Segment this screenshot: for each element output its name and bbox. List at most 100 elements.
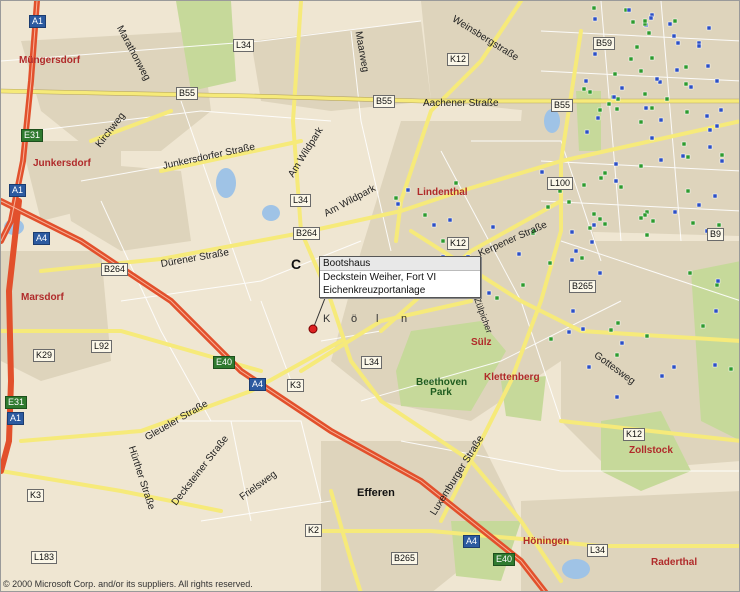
poi-square: [715, 278, 721, 284]
poi-square: [685, 188, 691, 194]
shield-a4-mid: A4: [249, 378, 267, 391]
poi-square: [570, 308, 576, 314]
poi-square: [626, 7, 632, 13]
poi-square: [395, 201, 401, 207]
place-honingen: Höningen: [523, 536, 570, 547]
poi-square: [658, 157, 664, 163]
shield-a4-bottom: A4: [463, 535, 481, 548]
poi-square: [672, 209, 678, 215]
poi-square: [696, 202, 702, 208]
place-klettenberg: Klettenberg: [484, 372, 540, 383]
poi-square: [642, 91, 648, 97]
shield-e40-bottom: E40: [493, 553, 516, 566]
poi-square: [683, 64, 689, 70]
poi-square: [584, 129, 590, 135]
shield-b59: B59: [593, 37, 616, 50]
poi-square: [614, 394, 620, 400]
shield-k12-top: K12: [447, 53, 470, 66]
shield-b55-right: B55: [551, 99, 574, 112]
poi-square: [690, 220, 696, 226]
poi-square: [674, 67, 680, 73]
koln-letter-4: n: [401, 313, 408, 325]
poi-square: [684, 109, 690, 115]
poi-square: [680, 153, 686, 159]
poi-square: [602, 221, 608, 227]
shield-a1-mid: A1: [9, 184, 27, 197]
poi-square: [569, 257, 575, 263]
poi-square: [712, 193, 718, 199]
poi-square: [613, 161, 619, 167]
poi-square: [706, 25, 712, 31]
poi-square: [566, 199, 572, 205]
poi-square: [591, 211, 597, 217]
poi-square: [700, 323, 706, 329]
shield-k12-low: K12: [623, 428, 646, 441]
poi-square: [642, 212, 648, 218]
shield-l92: L92: [91, 340, 113, 353]
shield-b55-mid: B55: [373, 95, 396, 108]
poi-square: [520, 282, 526, 288]
poi-square: [405, 187, 411, 193]
shield-a4-left: A4: [33, 232, 51, 245]
poi-square: [630, 19, 636, 25]
poi-square: [516, 251, 522, 257]
poi-square: [597, 107, 603, 113]
poi-square: [642, 18, 648, 24]
shield-a1-top: A1: [29, 15, 47, 28]
shield-l34-bottom: L34: [587, 544, 609, 557]
shield-k3-left: K3: [27, 489, 45, 502]
poi-square: [628, 56, 634, 62]
poi-square: [658, 117, 664, 123]
poi-square: [591, 222, 597, 228]
shield-l100: L100: [547, 177, 574, 190]
poi-square: [659, 373, 665, 379]
poi-square: [638, 68, 644, 74]
poi-square: [648, 15, 654, 21]
poi-square: [638, 215, 644, 221]
map-view[interactable]: Müngersdorf Junkersdorf Marsdorf Lindent…: [0, 0, 740, 592]
poi-square: [696, 43, 702, 49]
street-aachener: Aachener Straße: [423, 98, 499, 109]
poi-square: [569, 229, 575, 235]
poi-square: [664, 96, 670, 102]
poi-square: [597, 270, 603, 276]
poi-square: [719, 152, 725, 158]
shield-l34-low: L34: [361, 356, 383, 369]
shield-k12-mid: K12: [447, 237, 470, 250]
shield-b264-left: B264: [101, 263, 129, 276]
place-efferen: Efferen: [357, 487, 395, 499]
koln-letter-3: l: [376, 313, 379, 325]
poi-square: [644, 232, 650, 238]
shield-b55-left: B55: [176, 87, 199, 100]
poi-square: [707, 127, 713, 133]
shield-l183: L183: [31, 551, 58, 564]
place-junkersdorf: Junkersdorf: [33, 158, 91, 169]
place-mungersdorf: Müngersdorf: [19, 55, 81, 66]
shield-b9: B9: [707, 228, 725, 241]
poi-square: [619, 340, 625, 346]
callout-line-2: Eichenkreuzportanlage: [323, 285, 426, 296]
poi-square: [615, 96, 621, 102]
shield-e31-low: E31: [5, 396, 28, 409]
place-raderthal: Raderthal: [651, 557, 698, 568]
poi-square: [688, 84, 694, 90]
shield-l34-mid: L34: [290, 194, 312, 207]
poi-square: [612, 71, 618, 77]
poi-square: [671, 33, 677, 39]
poi-square: [681, 141, 687, 147]
poi-square: [683, 81, 689, 87]
poi-square: [581, 182, 587, 188]
poi-square: [545, 204, 551, 210]
poi-square: [714, 282, 720, 288]
poi-square: [447, 217, 453, 223]
poi-square: [687, 270, 693, 276]
poi-square: [592, 16, 598, 22]
location-marker-letter[interactable]: C: [291, 256, 301, 272]
poi-square: [598, 175, 604, 181]
poi-square: [646, 30, 652, 36]
poi-square: [685, 154, 691, 160]
poi-square: [606, 101, 612, 107]
place-marsdorf: Marsdorf: [21, 292, 64, 303]
poi-square: [634, 44, 640, 50]
location-callout[interactable]: Bootshaus Deckstein Weiher, Fort VI Eich…: [319, 256, 481, 298]
